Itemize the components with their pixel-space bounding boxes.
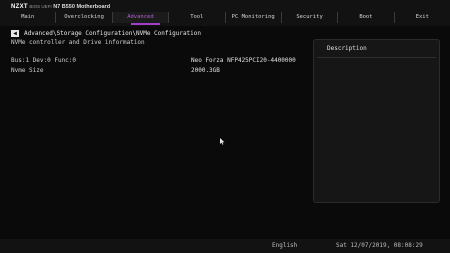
top-bar: NZXT BIOS UEFI N7 B550 Motherboard Main … xyxy=(0,0,450,26)
tab-overclocking[interactable]: Overclocking xyxy=(56,12,113,23)
nvme-bus-info: Bus:1 Dev:0 Func:0 xyxy=(11,57,77,64)
main-tabs: Main Overclocking Advanced Tool PC Monit… xyxy=(0,12,450,23)
motherboard-model: N7 B550 Motherboard xyxy=(53,4,111,10)
tab-advanced[interactable]: Advanced xyxy=(112,12,170,23)
nvme-size-value: 2000.3GB xyxy=(191,67,220,74)
language-selector[interactable]: English xyxy=(272,242,297,249)
tab-tool[interactable]: Tool xyxy=(169,12,226,23)
back-arrow-icon[interactable]: ◀ xyxy=(11,30,19,37)
nvme-model: Neo Forza NFP425PCI20-4400000 xyxy=(191,57,296,64)
tab-security[interactable]: Security xyxy=(282,12,339,23)
tab-pc-monitoring[interactable]: PC Monitoring xyxy=(226,12,282,23)
nzxt-logo: NZXT xyxy=(11,4,28,10)
description-panel: Description xyxy=(313,39,440,203)
active-tab-indicator xyxy=(131,23,160,25)
brand: NZXT BIOS UEFI N7 B550 Motherboard xyxy=(11,4,110,10)
nvme-size-label: Nvme Size xyxy=(11,67,44,74)
status-bar: English Sat 12/07/2019, 08:08:29 xyxy=(0,239,450,253)
breadcrumb: ◀ Advanced\Storage Configuration\NVMe Con… xyxy=(11,30,201,37)
mouse-cursor-icon xyxy=(220,138,225,145)
nvme-device-row: Bus:1 Dev:0 Func:0 Neo Forza NFP425PCI20… xyxy=(11,57,301,67)
nvme-size-row: Nvme Size 2000.3GB xyxy=(11,67,301,77)
tab-exit[interactable]: Exit xyxy=(395,12,450,23)
bios-label: BIOS UEFI xyxy=(29,4,52,9)
page-subtitle: NVMe controller and Drive information xyxy=(11,39,145,46)
breadcrumb-text: Advanced\Storage Configuration\NVMe Conf… xyxy=(24,30,202,37)
tab-boot[interactable]: Boot xyxy=(338,12,395,23)
description-divider xyxy=(317,57,436,58)
date-time: Sat 12/07/2019, 08:08:29 xyxy=(336,242,423,249)
description-title: Description xyxy=(327,45,367,52)
tab-main[interactable]: Main xyxy=(0,12,57,23)
